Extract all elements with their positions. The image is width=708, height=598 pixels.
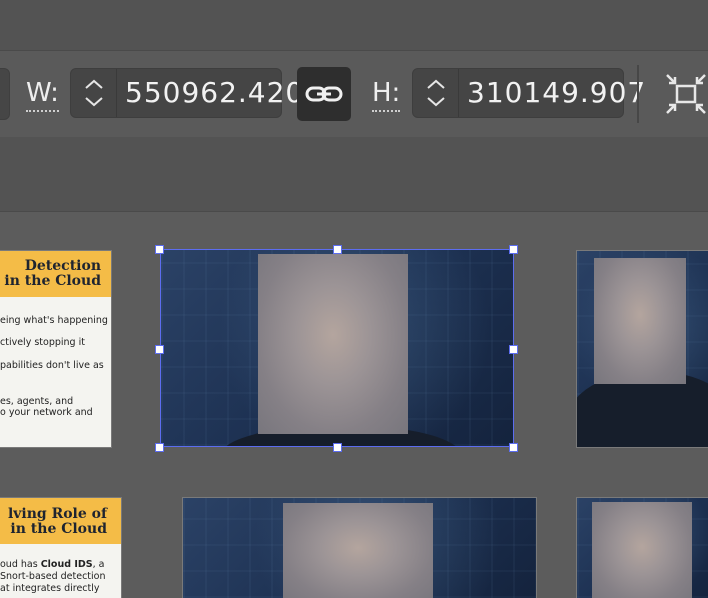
previous-field-edge[interactable] [0, 68, 10, 120]
transform-toolbar: W: 550962.420 H: 310149.907 [0, 50, 708, 138]
top-band [0, 0, 708, 50]
width-stepper[interactable] [71, 69, 117, 117]
width-label: W: [26, 77, 59, 112]
height-stepper[interactable] [413, 69, 459, 117]
slide-text-line: o your network and [0, 407, 93, 418]
selection-frame[interactable] [160, 249, 514, 447]
slide-text-prefix: oud has [0, 559, 41, 570]
slide-text-line: Snort-based detection [0, 571, 106, 582]
redacted-face [592, 502, 692, 598]
resize-handle-bottom[interactable] [333, 443, 342, 452]
resize-handle-left[interactable] [155, 345, 164, 354]
resize-handle-bottom-right[interactable] [509, 443, 518, 452]
slide-text-line: ctively stopping it [0, 337, 85, 348]
slide-text-bold: Cloud IDS [40, 559, 93, 570]
slide-title-line2: on in the Cloud [0, 273, 101, 289]
height-field[interactable]: 310149.907 [412, 68, 645, 118]
redacted-face [283, 503, 433, 598]
slide-role[interactable]: lving Role of in the Cloud oud has Cloud… [0, 498, 121, 598]
chevron-up-icon[interactable] [84, 79, 104, 90]
resize-handle-top[interactable] [333, 245, 342, 254]
height-label: H: [372, 77, 401, 112]
fit-to-frame-icon[interactable] [664, 72, 708, 116]
slide-text-suffix: , a [92, 559, 105, 570]
slide-photo-bottom-right[interactable] [577, 498, 708, 598]
resize-handle-bottom-left[interactable] [155, 443, 164, 452]
resize-handle-right[interactable] [509, 345, 518, 354]
slide-detection[interactable]: Detection on in the Cloud eing what's ha… [0, 251, 111, 447]
width-field[interactable]: 550962.420 [70, 68, 303, 118]
resize-handle-top-left[interactable] [155, 245, 164, 254]
slide-title-band: Detection on in the Cloud [0, 251, 111, 297]
slide-photo-bottom[interactable] [183, 498, 536, 598]
secondary-bar [0, 137, 708, 212]
slide-text-line: pabilities don't live as [0, 360, 104, 371]
resize-handle-top-right[interactable] [509, 245, 518, 254]
slide-text-line: oud has Cloud IDS, a [0, 559, 104, 571]
redacted-face [594, 258, 686, 384]
toolbar-divider [637, 65, 639, 123]
height-value[interactable]: 310149.907 [467, 77, 646, 109]
width-value[interactable]: 550962.420 [125, 77, 304, 109]
slide-text-line: at integrates directly [0, 583, 100, 594]
chevron-down-icon[interactable] [84, 96, 104, 107]
constrain-proportions-button[interactable] [297, 67, 351, 121]
slide-photo-right[interactable] [577, 251, 708, 447]
slide-text-line: eing what's happening [0, 315, 108, 326]
chevron-up-icon[interactable] [426, 79, 446, 90]
slide-title-band: lving Role of in the Cloud [0, 498, 121, 544]
slide-title-line2: in the Cloud [10, 521, 107, 537]
link-chain-icon [305, 86, 343, 102]
chevron-down-icon[interactable] [426, 96, 446, 107]
